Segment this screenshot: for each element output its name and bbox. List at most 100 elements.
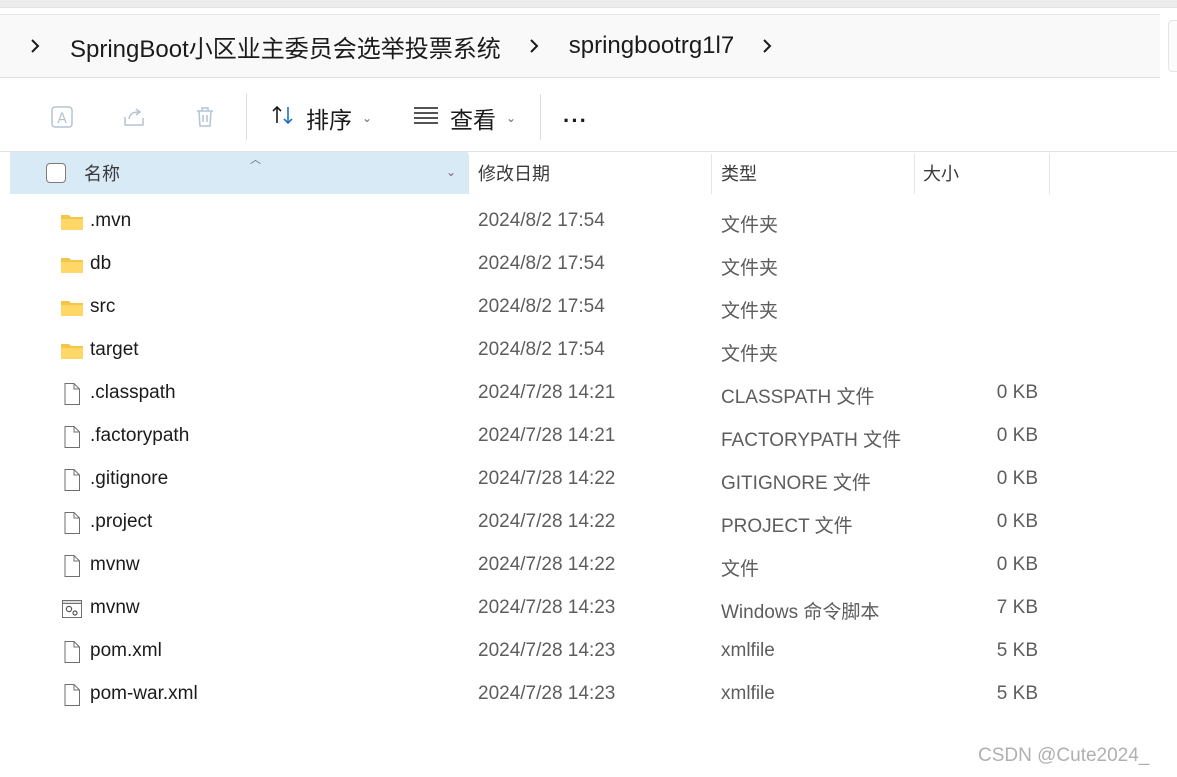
- file-row[interactable]: mvnw 2024/7/28 14:23 Windows 命令脚本 7 KB: [0, 587, 1177, 630]
- file-name: .project: [90, 511, 153, 532]
- chevron-right-icon[interactable]: [758, 37, 776, 55]
- file-name: src: [90, 296, 116, 317]
- file-icon: [60, 511, 84, 535]
- file-type: 文件: [721, 559, 760, 580]
- column-divider[interactable]: [1049, 154, 1050, 194]
- file-name: .mvn: [90, 210, 132, 231]
- more-options-button[interactable]: ···: [563, 108, 588, 134]
- file-row[interactable]: .factorypath 2024/7/28 14:21 FACTORYPATH…: [0, 415, 1177, 458]
- breadcrumb: SpringBoot小区业主委员会选举投票系统 springbootrg1l7: [0, 14, 1160, 78]
- breadcrumb-item[interactable]: SpringBoot小区业主委员会选举投票系统: [70, 29, 501, 64]
- file-row[interactable]: pom-war.xml 2024/7/28 14:23 xmlfile 5 KB: [0, 673, 1177, 716]
- command-bar: A 排序 ⌄ 查看 ⌄: [0, 82, 1177, 152]
- file-modified: 2024/7/28 14:22: [478, 554, 616, 575]
- delete-icon[interactable]: [190, 102, 220, 132]
- column-header-modified[interactable]: 修改日期: [478, 152, 550, 194]
- column-header-name[interactable]: 名称: [84, 152, 120, 194]
- file-size: 0 KB: [996, 468, 1038, 489]
- file-type: xmlfile: [721, 640, 775, 661]
- toolbar-divider: [246, 94, 247, 140]
- file-name: pom.xml: [90, 640, 162, 661]
- file-type: GITIGNORE 文件: [721, 473, 871, 494]
- column-header-name-bg[interactable]: [10, 152, 468, 194]
- file-size: 5 KB: [996, 640, 1038, 661]
- file-list: .mvn 2024/8/2 17:54 文件夹 db 2024/8/2 17:5…: [0, 200, 1177, 716]
- file-name: mvnw: [90, 554, 140, 575]
- file-icon: [60, 425, 84, 449]
- file-modified: 2024/8/2 17:54: [478, 253, 605, 274]
- file-modified: 2024/8/2 17:54: [478, 296, 605, 317]
- folder-icon: [60, 296, 84, 320]
- file-row[interactable]: .gitignore 2024/7/28 14:22 GITIGNORE 文件 …: [0, 458, 1177, 501]
- file-type: FACTORYPATH 文件: [721, 430, 902, 451]
- file-modified: 2024/7/28 14:23: [478, 597, 616, 618]
- file-size: 0 KB: [996, 554, 1038, 575]
- select-all-checkbox[interactable]: [46, 163, 66, 183]
- column-header-size[interactable]: 大小: [923, 152, 959, 194]
- file-modified: 2024/8/2 17:54: [478, 210, 605, 231]
- file-type: 文件夹: [721, 215, 779, 236]
- breadcrumb-item-current[interactable]: springbootrg1l7: [569, 32, 734, 60]
- file-icon: [60, 640, 84, 664]
- file-type: xmlfile: [721, 683, 775, 704]
- view-list-icon: [412, 104, 440, 132]
- file-name: .classpath: [90, 382, 176, 403]
- file-icon: [60, 468, 84, 492]
- file-row[interactable]: .project 2024/7/28 14:22 PROJECT 文件 0 KB: [0, 501, 1177, 544]
- search-box-edge[interactable]: [1168, 20, 1177, 72]
- column-divider[interactable]: [914, 154, 915, 194]
- file-row[interactable]: target 2024/8/2 17:54 文件夹: [0, 329, 1177, 372]
- file-size: 0 KB: [996, 511, 1038, 532]
- svg-text:A: A: [57, 111, 67, 127]
- share-icon[interactable]: [119, 102, 149, 132]
- chevron-right-icon[interactable]: [26, 37, 44, 55]
- file-type: Windows 命令脚本: [721, 602, 880, 623]
- file-modified: 2024/7/28 14:21: [478, 382, 616, 403]
- column-header-row: ︿ 名称 ⌄ 修改日期 类型 大小: [0, 152, 1177, 194]
- sort-label: 排序: [306, 107, 352, 133]
- folder-icon: [60, 253, 84, 277]
- file-type: 文件夹: [721, 301, 779, 322]
- chevron-down-icon[interactable]: ⌄: [446, 165, 456, 179]
- window-top-edge: [0, 0, 1177, 8]
- script-icon: [60, 597, 84, 621]
- column-divider[interactable]: [711, 154, 712, 194]
- rename-icon[interactable]: A: [47, 102, 77, 132]
- file-size: 7 KB: [996, 597, 1038, 618]
- column-header-type[interactable]: 类型: [721, 152, 757, 194]
- file-icon: [60, 683, 84, 707]
- file-name: mvnw: [90, 597, 140, 618]
- file-name: target: [90, 339, 139, 360]
- file-name: .factorypath: [90, 425, 190, 446]
- file-modified: 2024/7/28 14:22: [478, 511, 616, 532]
- file-icon: [60, 554, 84, 578]
- file-row[interactable]: .mvn 2024/8/2 17:54 文件夹: [0, 200, 1177, 243]
- file-row[interactable]: .classpath 2024/7/28 14:21 CLASSPATH 文件 …: [0, 372, 1177, 415]
- file-row[interactable]: mvnw 2024/7/28 14:22 文件 0 KB: [0, 544, 1177, 587]
- chevron-down-icon: ⌄: [506, 111, 517, 125]
- file-row[interactable]: pom.xml 2024/7/28 14:23 xmlfile 5 KB: [0, 630, 1177, 673]
- sort-button[interactable]: 排序 ⌄: [270, 102, 372, 134]
- file-modified: 2024/7/28 14:22: [478, 468, 616, 489]
- folder-icon: [60, 210, 84, 234]
- file-icon: [60, 382, 84, 406]
- file-size: 5 KB: [996, 683, 1038, 704]
- file-row[interactable]: src 2024/8/2 17:54 文件夹: [0, 286, 1177, 329]
- folder-icon: [60, 339, 84, 363]
- view-label: 查看: [450, 107, 496, 133]
- watermark: CSDN @Cute2024_: [978, 745, 1150, 766]
- file-modified: 2024/7/28 14:23: [478, 640, 616, 661]
- file-name: pom-war.xml: [90, 683, 198, 704]
- chevron-right-icon[interactable]: [525, 37, 543, 55]
- file-row[interactable]: db 2024/8/2 17:54 文件夹: [0, 243, 1177, 286]
- file-type: CLASSPATH 文件: [721, 387, 875, 408]
- view-button[interactable]: 查看 ⌄: [412, 102, 516, 134]
- column-divider[interactable]: [468, 154, 469, 194]
- file-modified: 2024/7/28 14:23: [478, 683, 616, 704]
- chevron-down-icon: ⌄: [362, 111, 373, 125]
- file-type: 文件夹: [721, 258, 779, 279]
- file-size: 0 KB: [996, 425, 1038, 446]
- file-modified: 2024/7/28 14:21: [478, 425, 616, 446]
- file-name: db: [90, 253, 112, 274]
- file-type: PROJECT 文件: [721, 516, 853, 537]
